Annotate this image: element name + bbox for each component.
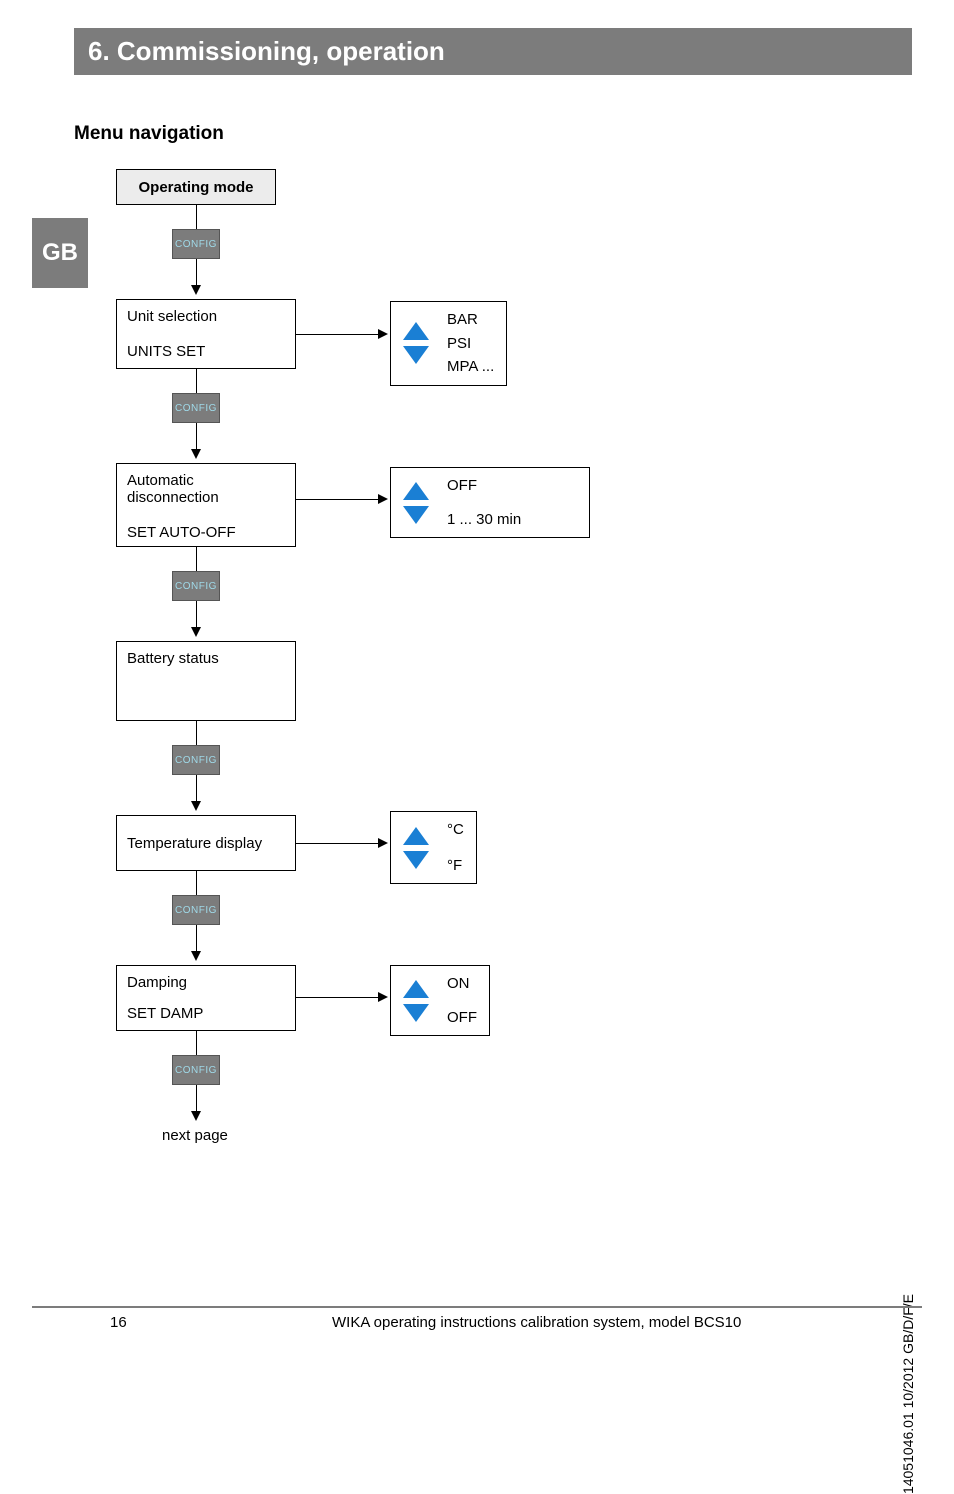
damp-options-box: ON OFF: [390, 965, 490, 1036]
connector-line: [296, 843, 378, 844]
connector-line: [196, 1085, 197, 1111]
arrow-down-icon: [191, 449, 201, 459]
connector-line: [196, 601, 197, 627]
unit-subtitle: UNITS SET: [127, 343, 285, 360]
auto-title: Automatic disconnection: [127, 472, 285, 506]
option-label: MPA ...: [447, 357, 494, 377]
connector-line: [196, 369, 197, 393]
option-label: 1 ... 30 min: [447, 510, 521, 530]
damping-box: Damping SET DAMP: [116, 965, 296, 1031]
down-icon: [403, 851, 429, 869]
down-icon: [403, 346, 429, 364]
damp-subtitle: SET DAMP: [127, 1005, 285, 1022]
connector-line: [196, 205, 197, 229]
connector-line: [196, 259, 197, 285]
unit-selection-box: Unit selection UNITS SET: [116, 299, 296, 369]
option-label: °F: [447, 856, 464, 876]
option-label: BAR: [447, 310, 494, 330]
connector-line: [196, 547, 197, 571]
up-icon: [403, 482, 429, 500]
config-button-icon: CONFIG: [172, 745, 220, 775]
damp-title: Damping: [127, 974, 285, 991]
config-button-icon: CONFIG: [172, 229, 220, 259]
menu-nav-heading: Menu navigation: [74, 123, 922, 145]
unit-title: Unit selection: [127, 308, 285, 325]
connector-line: [196, 721, 197, 745]
connector-line: [196, 775, 197, 801]
arrow-down-icon: [191, 285, 201, 295]
up-icon: [403, 322, 429, 340]
page-number: 16: [110, 1314, 127, 1331]
auto-subtitle: SET AUTO-OFF: [127, 524, 285, 541]
temp-display-box: Temperature display: [116, 815, 296, 871]
temp-options-box: °C °F: [390, 811, 477, 884]
config-button-icon: CONFIG: [172, 895, 220, 925]
connector-line: [296, 334, 378, 335]
unit-options-box: BAR PSI MPA ...: [390, 301, 507, 386]
connector-line: [296, 499, 378, 500]
language-tab: GB: [32, 218, 88, 288]
arrow-down-icon: [191, 627, 201, 637]
connector-line: [296, 997, 378, 998]
up-icon: [403, 827, 429, 845]
down-icon: [403, 506, 429, 524]
arrow-down-icon: [191, 1111, 201, 1121]
auto-off-box: Automatic disconnection SET AUTO-OFF: [116, 463, 296, 547]
arrow-down-icon: [191, 801, 201, 811]
page-footer: 16 WIKA operating instructions calibrati…: [32, 1306, 922, 1336]
battery-title: Battery status: [127, 650, 285, 667]
connector-line: [196, 1031, 197, 1055]
option-label: OFF: [447, 1008, 477, 1028]
config-button-icon: CONFIG: [172, 393, 220, 423]
auto-options-box: OFF 1 ... 30 min: [390, 467, 590, 538]
menu-flow-diagram: Operating mode CONFIG Unit selection UNI…: [92, 169, 692, 1239]
arrow-right-icon: [378, 329, 388, 339]
footer-text: WIKA operating instructions calibration …: [332, 1314, 741, 1331]
operating-mode-box: Operating mode: [116, 169, 276, 205]
option-label: °C: [447, 820, 464, 840]
option-label: OFF: [447, 476, 521, 496]
option-label: PSI: [447, 334, 494, 354]
config-button-icon: CONFIG: [172, 1055, 220, 1085]
down-icon: [403, 1004, 429, 1022]
up-icon: [403, 980, 429, 998]
arrow-right-icon: [378, 494, 388, 504]
battery-status-box: Battery status: [116, 641, 296, 721]
option-label: ON: [447, 974, 477, 994]
connector-line: [196, 925, 197, 951]
connector-line: [196, 871, 197, 895]
section-title-bar: 6. Commissioning, operation: [74, 28, 912, 75]
arrow-down-icon: [191, 951, 201, 961]
arrow-right-icon: [378, 838, 388, 848]
connector-line: [196, 423, 197, 449]
temp-title: Temperature display: [127, 835, 262, 852]
next-page-label: next page: [162, 1127, 228, 1144]
config-button-icon: CONFIG: [172, 571, 220, 601]
arrow-right-icon: [378, 992, 388, 1002]
